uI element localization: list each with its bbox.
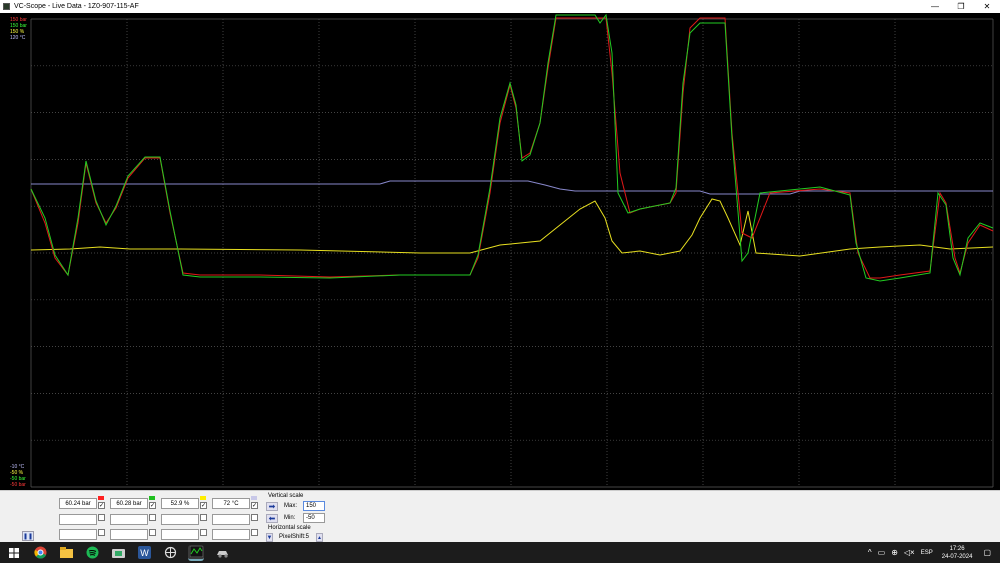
maximize-button[interactable]: ❐ <box>948 0 974 13</box>
minimize-button[interactable]: — <box>922 0 948 13</box>
channel-1-checkbox[interactable]: ✓ <box>98 502 105 509</box>
spotify-icon[interactable] <box>84 545 100 561</box>
channel-12-value <box>212 529 250 540</box>
channel-1-color <box>98 496 104 500</box>
channel-5-value <box>59 514 97 525</box>
file-explorer-icon[interactable] <box>58 545 74 561</box>
min-input[interactable]: -50 <box>303 513 325 523</box>
pixelshift-value: PixelShift:5 <box>279 534 310 540</box>
channel-10-checkbox[interactable] <box>149 529 156 536</box>
scale-labels-top: 150 bar 150 bar 150 % 120 °C <box>10 17 27 41</box>
channel-3-checkbox[interactable]: ✓ <box>200 502 207 509</box>
channel-6-value <box>110 514 148 525</box>
channel-2-checkbox[interactable]: ✓ <box>149 502 156 509</box>
channel-11-checkbox[interactable] <box>200 529 207 536</box>
channel-10-value <box>110 529 148 540</box>
system-tray: ^ ▭ ⊕ ◁× ESP 17:26 24-07-2024 ▢ <box>865 542 994 563</box>
channel-4-checkbox[interactable]: ✓ <box>251 502 258 509</box>
scale-spin-icon[interactable]: ▲ <box>316 533 323 542</box>
channel-4-value: 72 °C <box>212 498 250 509</box>
channel-7-checkbox[interactable] <box>200 514 207 521</box>
channel-3-color <box>200 496 206 500</box>
channel-5-checkbox[interactable] <box>98 514 105 521</box>
channel-8-checkbox[interactable] <box>251 514 258 521</box>
close-button[interactable]: ✕ <box>974 0 1000 13</box>
taskbar: W ^ ▭ ⊕ ◁× ESP 17:26 24-07-2024 ▢ <box>0 542 1000 563</box>
max-arrow-icon[interactable]: ➡ <box>266 502 278 511</box>
window-titlebar: VC-Scope - Live Data - 1Z0-907-115-AF — … <box>0 0 1000 13</box>
channel-8-value <box>212 514 250 525</box>
svg-text:W: W <box>140 548 149 558</box>
clock-date: 24-07-2024 <box>941 553 973 560</box>
vcds-icon[interactable] <box>214 545 230 561</box>
word-icon[interactable]: W <box>136 545 152 561</box>
channel-4-color <box>251 496 257 500</box>
globe-icon[interactable]: ⊕ <box>891 548 898 557</box>
windows-start-icon[interactable] <box>6 545 22 561</box>
min-arrow-icon[interactable]: ⬅ <box>266 514 278 523</box>
vertical-scale-label: Vertical scale <box>268 493 304 499</box>
scale-down-icon[interactable]: ▼ <box>266 533 273 542</box>
scale-labels-bottom: -10 °C -50 % -50 bar -50 bar <box>10 464 26 488</box>
channel-9-checkbox[interactable] <box>98 529 105 536</box>
channel-1-value: 60.24 bar <box>59 498 97 509</box>
top-label-blue: 120 °C <box>10 35 26 41</box>
app-printer-icon[interactable] <box>110 545 126 561</box>
bottom-label-red: -50 bar <box>10 482 26 488</box>
min-label: Min: <box>284 515 296 521</box>
scope-display[interactable]: 150 bar 150 bar 150 % 120 °C -10 °C -50 … <box>0 13 1000 490</box>
scope-plot <box>30 13 994 488</box>
language-indicator[interactable]: ESP <box>921 550 933 556</box>
channel-11-value <box>161 529 199 540</box>
channel-2-color <box>149 496 155 500</box>
percent-trace <box>30 198 994 257</box>
pause-button[interactable]: ❚❚ <box>22 531 34 541</box>
pressure-specified-trace <box>30 13 994 282</box>
channel-7-value <box>161 514 199 525</box>
vc-scope-taskbar-icon[interactable] <box>188 544 204 561</box>
speaker-muted-icon[interactable]: ◁× <box>904 548 915 557</box>
channel-12-checkbox[interactable] <box>251 529 258 536</box>
max-label: Max: <box>284 503 298 509</box>
notification-icon[interactable]: ▢ <box>983 548 991 557</box>
clock-time: 17:26 <box>949 545 965 552</box>
clock[interactable]: 17:26 24-07-2024 <box>942 545 973 561</box>
channel-3-value: 52.9 % <box>161 498 199 509</box>
controls-panel: 60.24 bar ✓ 60.28 bar ✓ 52.9 % ✓ 72 °C ✓… <box>0 490 1000 542</box>
channel-6-checkbox[interactable] <box>149 514 156 521</box>
max-input[interactable]: 150 <box>303 501 325 511</box>
app-icon <box>3 3 10 10</box>
network-tool-icon[interactable] <box>162 545 178 561</box>
chevron-up-icon[interactable]: ^ <box>868 548 872 557</box>
window-title: VC-Scope - Live Data - 1Z0-907-115-AF <box>14 3 139 10</box>
channel-2-value: 60.28 bar <box>110 498 148 509</box>
temperature-trace <box>31 180 993 195</box>
battery-icon[interactable]: ▭ <box>878 548 886 557</box>
horizontal-scale-label: Horizontal scale <box>268 525 311 531</box>
chrome-icon[interactable] <box>32 545 48 561</box>
channel-9-value <box>59 529 97 540</box>
